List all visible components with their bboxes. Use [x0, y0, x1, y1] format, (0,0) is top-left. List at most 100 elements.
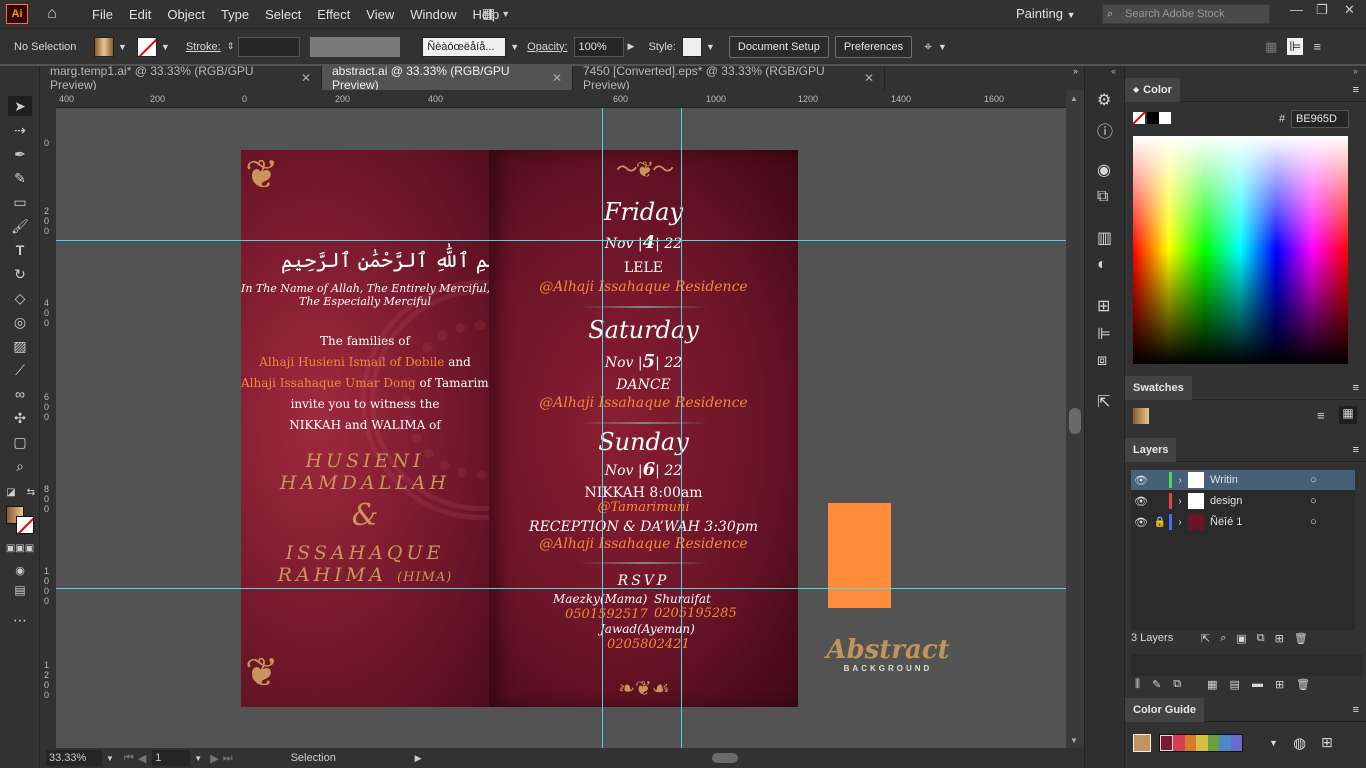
layer-name[interactable]: Ñëîé 1: [1210, 516, 1310, 528]
chevron-down-icon[interactable]: ▼: [1269, 738, 1278, 748]
menu-icon[interactable]: ≡: [1353, 382, 1359, 394]
color-panel-tab[interactable]: ◆ Color: [1125, 77, 1180, 102]
folder-icon[interactable]: ▬: [1252, 678, 1263, 694]
pen-tool-icon[interactable]: ✒: [8, 144, 32, 164]
artboard-number-field[interactable]: 1: [152, 750, 191, 766]
horizontal-guide[interactable]: [56, 240, 1066, 241]
restore-button[interactable]: ❐: [1316, 2, 1328, 18]
gradient-icon[interactable]: ▥: [1097, 228, 1112, 248]
harmony-swatch[interactable]: [1173, 735, 1185, 751]
list-view-icon[interactable]: ≡: [1317, 408, 1325, 423]
eraser-tool-icon[interactable]: ◇: [8, 288, 32, 308]
chevron-down-icon[interactable]: ▼: [706, 42, 715, 52]
chevron-down-icon[interactable]: ▼: [161, 42, 170, 52]
library-icon[interactable]: ⫼: [1135, 678, 1140, 694]
harmony-swatch[interactable]: [1160, 735, 1174, 751]
menu-icon[interactable]: ≡: [1353, 444, 1359, 456]
place-icon[interactable]: ⧉: [1173, 678, 1181, 694]
menu-select[interactable]: Select: [257, 7, 309, 22]
brush-definition[interactable]: Ñèàóœëåíå...: [422, 36, 507, 57]
chevron-down-icon[interactable]: ▼: [118, 42, 127, 52]
harmony-strip[interactable]: [1159, 734, 1243, 752]
swap-colors-icon[interactable]: ⇆: [26, 482, 36, 502]
draw-mode-icon[interactable]: ◉: [8, 560, 32, 580]
document-setup-button[interactable]: Document Setup: [728, 35, 829, 58]
ruler-origin[interactable]: [40, 90, 56, 108]
stroke-swatch[interactable]: [136, 36, 157, 57]
target-icon[interactable]: ○: [1310, 495, 1317, 507]
chevron-down-icon[interactable]: ▼: [194, 754, 202, 763]
harmony-swatch[interactable]: [1184, 735, 1197, 751]
brush-icon[interactable]: ✎: [1152, 678, 1161, 694]
horizontal-ruler[interactable]: 400 200 0 200 400 600 800 1000 1200 1400…: [56, 90, 1066, 108]
menu-view[interactable]: View: [358, 7, 402, 22]
hex-input[interactable]: BE965D: [1291, 110, 1349, 128]
menu-window[interactable]: Window: [402, 7, 464, 22]
transparency-icon[interactable]: ◐: [1097, 256, 1107, 274]
close-window-button[interactable]: ✕: [1344, 2, 1355, 18]
harmony-swatch[interactable]: [1196, 735, 1208, 751]
target-icon[interactable]: ○: [1310, 516, 1317, 528]
align-left-icon[interactable]: ⊫: [1097, 324, 1111, 344]
properties-gear-icon[interactable]: ⚙: [1097, 90, 1111, 110]
scroll-down-icon[interactable]: ▼: [1070, 736, 1078, 745]
zoom-tool-icon[interactable]: ⌕: [8, 456, 32, 476]
prev-artboard-icon[interactable]: ◀: [138, 752, 146, 765]
eye-icon[interactable]: 👁: [1131, 495, 1151, 508]
color-spectrum[interactable]: [1133, 136, 1348, 364]
layer-row-layer1[interactable]: 👁 🔒 › Ñëîé 1 ○: [1131, 512, 1355, 533]
layer-row-design[interactable]: 👁 › design ○: [1131, 491, 1355, 512]
menu-icon[interactable]: ≡: [1353, 84, 1359, 96]
chevron-down-icon[interactable]: ▼: [510, 42, 519, 52]
scroll-thumb[interactable]: [711, 753, 738, 763]
menu-icon[interactable]: ≡: [1313, 39, 1321, 54]
paintbrush-tool-icon[interactable]: 🖌: [8, 216, 32, 236]
color-wheel-icon[interactable]: ◍: [1293, 734, 1306, 752]
chevron-right-icon[interactable]: ›: [1172, 496, 1188, 507]
trash-icon[interactable]: 🗑: [1296, 678, 1310, 694]
screen-mode-icon[interactable]: ▤: [8, 580, 32, 600]
lock-icon[interactable]: 🔒: [1151, 517, 1169, 528]
white-swatch[interactable]: [1159, 112, 1171, 124]
layer-name[interactable]: Writin: [1210, 474, 1310, 486]
minimize-button[interactable]: —: [1290, 2, 1303, 17]
menu-file[interactable]: File: [84, 7, 121, 22]
eyedropper-tool-icon[interactable]: ⟋: [8, 360, 32, 380]
layers-panel-tab[interactable]: Layers: [1125, 437, 1177, 462]
new-layer-icon[interactable]: ⊞: [1275, 678, 1284, 694]
none-swatch[interactable]: [1133, 112, 1145, 124]
eye-icon[interactable]: 👁: [1131, 516, 1151, 529]
appearance-icon[interactable]: ◉: [1097, 160, 1111, 180]
menu-edit[interactable]: Edit: [121, 7, 159, 22]
gradient-tool-icon[interactable]: ▨: [8, 336, 32, 356]
export-icon[interactable]: ⇱: [1097, 392, 1110, 412]
opacity-field[interactable]: 100%: [573, 36, 624, 57]
scroll-thumb[interactable]: [1069, 408, 1081, 434]
zoom-field[interactable]: 33.33%: [46, 750, 102, 766]
tab-marg-temp1[interactable]: marg.temp1.ai* @ 33.33% (RGB/GPU Preview…: [40, 64, 322, 92]
tab-abstract[interactable]: abstract.ai @ 33.33% (RGB/GPU Preview) ✕: [322, 64, 573, 92]
artboard-tool-icon[interactable]: ▢: [8, 432, 32, 452]
new-sublayer-icon[interactable]: ⧉: [1257, 632, 1265, 645]
harmony-swatch[interactable]: [1230, 735, 1242, 751]
vertical-scrollbar[interactable]: ▲ ▼: [1066, 90, 1084, 748]
horizontal-scrollbar[interactable]: [432, 751, 992, 765]
align-icon[interactable]: ⊫: [1287, 38, 1304, 55]
stock-search-input[interactable]: ⌕ Search Adobe Stock: [1102, 4, 1270, 24]
pathfinder-icon[interactable]: ⧈: [1097, 352, 1107, 370]
tab-7450-converted[interactable]: 7450 [Converted].eps* @ 33.33% (RGB/GPU …: [573, 64, 885, 92]
menu-effect[interactable]: Effect: [309, 7, 358, 22]
home-icon[interactable]: ⌂: [42, 5, 62, 23]
thumbnail-view-icon[interactable]: ▦: [1339, 406, 1357, 424]
export-icon[interactable]: ⇱: [1201, 632, 1210, 645]
eye-icon[interactable]: 👁: [1131, 474, 1151, 487]
style-swatch[interactable]: [681, 36, 702, 57]
color-guide-panel-tab[interactable]: Color Guide: [1125, 697, 1204, 722]
grid-icon[interactable]: ▦: [1207, 678, 1217, 694]
first-artboard-icon[interactable]: ⏮: [124, 752, 134, 765]
close-icon[interactable]: ✕: [301, 71, 311, 85]
stroke-weight-field[interactable]: [238, 36, 301, 57]
info-icon[interactable]: ⓘ: [1097, 118, 1113, 142]
more-tools-icon[interactable]: ⋯: [8, 610, 32, 630]
canvas[interactable]: ❦ ❦ بِسْمِ ٱللَّٰهِ ٱلرَّحْمَٰنِ ٱلرَّحِ…: [56, 108, 1066, 748]
